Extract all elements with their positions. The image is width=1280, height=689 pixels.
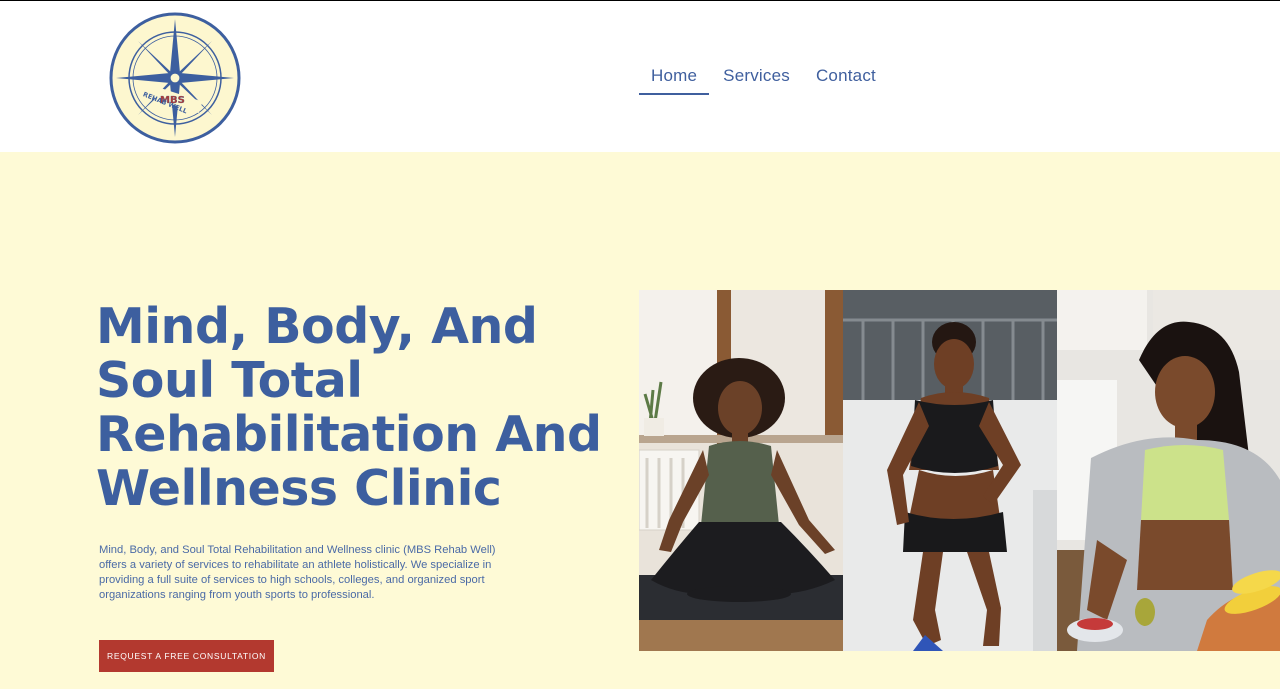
compass-rose-icon: MBS REHAB WELL bbox=[109, 12, 241, 144]
hero-section: Mind, Body, And Soul Total Rehabilitatio… bbox=[0, 152, 1280, 689]
nav-home[interactable]: Home bbox=[639, 65, 710, 95]
meditation-photo bbox=[639, 290, 843, 651]
nav-contact[interactable]: Contact bbox=[804, 65, 888, 95]
brand-logo[interactable]: MBS REHAB WELL bbox=[108, 11, 242, 145]
hero-description: Mind, Body, and Soul Total Rehabilitatio… bbox=[99, 544, 496, 601]
cooking-photo bbox=[1057, 290, 1280, 651]
nav-services[interactable]: Services bbox=[711, 65, 802, 95]
request-consultation-button[interactable]: REQUEST A FREE CONSULTATION bbox=[99, 640, 274, 672]
running-photo bbox=[843, 290, 1057, 651]
site-header: MBS REHAB WELL Home Services Contact bbox=[0, 0, 1280, 152]
hero-title: Mind, Body, And Soul Total Rehabilitatio… bbox=[96, 298, 602, 517]
photo-collage bbox=[639, 290, 1280, 651]
main-nav: Home Services Contact bbox=[639, 65, 888, 95]
